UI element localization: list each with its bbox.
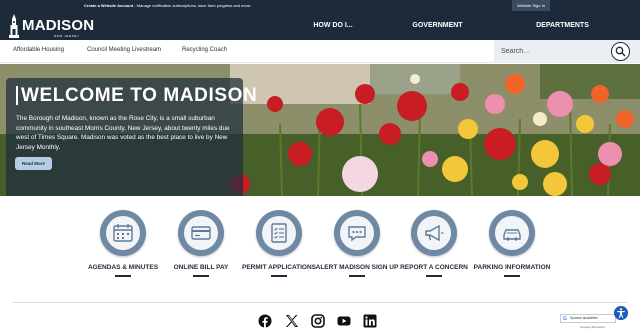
create-account-message[interactable]: Create a Website Account - Manage notifi… — [84, 3, 251, 8]
instagram-icon[interactable] — [311, 314, 325, 328]
logo-wordmark: MADISON — [22, 17, 95, 34]
service-label: REPORT A CONCERN — [400, 264, 468, 271]
footer-divider — [12, 302, 628, 303]
search-input[interactable] — [501, 42, 619, 61]
service-underline — [271, 275, 287, 277]
service-underline — [504, 275, 520, 277]
service-label: PERMIT APPLICATIONS — [241, 264, 317, 271]
quick-link-affordable-housing[interactable]: Affordable Housing — [13, 47, 64, 53]
quick-link-council-livestream[interactable]: Council Meeting Livestream — [87, 47, 161, 53]
service-circle[interactable] — [178, 210, 224, 256]
language-selector-label: Sprache auswählen — [570, 316, 598, 320]
credit-card-icon — [191, 226, 211, 240]
service-label: PARKING INFORMATION — [473, 264, 551, 271]
hero-title: WELCOME TO MADISON — [21, 85, 258, 106]
sign-in-button[interactable]: Website Sign In — [512, 0, 550, 11]
facebook-icon[interactable] — [258, 314, 272, 328]
madison-logo[interactable]: MADISON NEW JERSEY — [8, 14, 98, 38]
service-label: ALERT MADISON SIGN UP — [315, 264, 399, 271]
services-section: AGENDAS & MINUTES ONLINE BILL PAY PERMIT… — [0, 196, 640, 302]
nav-departments[interactable]: DEPARTMENTS — [515, 11, 610, 40]
logo-state: NEW JERSEY — [54, 34, 80, 38]
clock-tower-icon — [9, 14, 19, 38]
service-alert-madison[interactable]: ALERT MADISON SIGN UP — [313, 210, 401, 277]
search-icon — [615, 46, 626, 57]
nav-how-do-i[interactable]: HOW DO I... — [298, 11, 368, 40]
search-area — [494, 40, 640, 63]
document-checklist-icon — [271, 223, 287, 243]
hero-banner: WELCOME TO MADISON The Borough of Madiso… — [0, 64, 640, 196]
language-selector[interactable]: G Sprache auswählen — [560, 314, 616, 323]
service-circle[interactable] — [256, 210, 302, 256]
service-circle[interactable] — [100, 210, 146, 256]
notification-bar: Create a Website Account - Manage notifi… — [0, 0, 640, 11]
create-account-desc: - Manage notification subscriptions, sav… — [133, 3, 252, 8]
megaphone-icon — [425, 224, 444, 242]
quick-link-recycling-coach[interactable]: Recycling Coach — [182, 47, 227, 53]
calendar-icon — [113, 224, 133, 242]
service-circle[interactable] — [489, 210, 535, 256]
accessibility-icon[interactable] — [614, 306, 628, 320]
service-agendas-minutes[interactable]: AGENDAS & MINUTES — [79, 210, 167, 277]
search-button[interactable] — [611, 42, 630, 61]
create-account-link[interactable]: Create a Website Account — [84, 3, 133, 8]
service-underline — [426, 275, 442, 277]
nav-government[interactable]: GOVERNMENT — [400, 11, 475, 40]
powered-by-google-translate: Google Übersetzer — [580, 325, 606, 329]
x-icon[interactable] — [285, 314, 299, 328]
service-underline — [349, 275, 365, 277]
service-circle[interactable] — [334, 210, 380, 256]
service-report-concern[interactable]: REPORT A CONCERN — [390, 210, 478, 277]
chat-bubble-icon — [348, 226, 366, 242]
youtube-icon[interactable] — [337, 314, 351, 328]
service-circle[interactable] — [411, 210, 457, 256]
welcome-panel: WELCOME TO MADISON The Borough of Madiso… — [6, 78, 257, 196]
site-header: MADISON NEW JERSEY HOW DO I... GOVERNMEN… — [0, 11, 640, 40]
service-label: ONLINE BILL PAY — [173, 264, 229, 271]
linkedin-icon[interactable] — [363, 314, 377, 328]
google-icon: G — [563, 316, 567, 322]
service-permit-applications[interactable]: PERMIT APPLICATIONS — [235, 210, 323, 277]
service-parking-information[interactable]: PARKING INFORMATION — [468, 210, 556, 277]
read-more-button[interactable]: Read More — [15, 157, 52, 170]
car-icon — [503, 229, 521, 241]
service-underline — [115, 275, 131, 277]
title-accent-bar — [16, 86, 18, 105]
service-online-bill-pay[interactable]: ONLINE BILL PAY — [157, 210, 245, 277]
service-underline — [193, 275, 209, 277]
service-label: AGENDAS & MINUTES — [87, 264, 159, 271]
hero-description: The Borough of Madison, known as the Ros… — [16, 115, 230, 151]
